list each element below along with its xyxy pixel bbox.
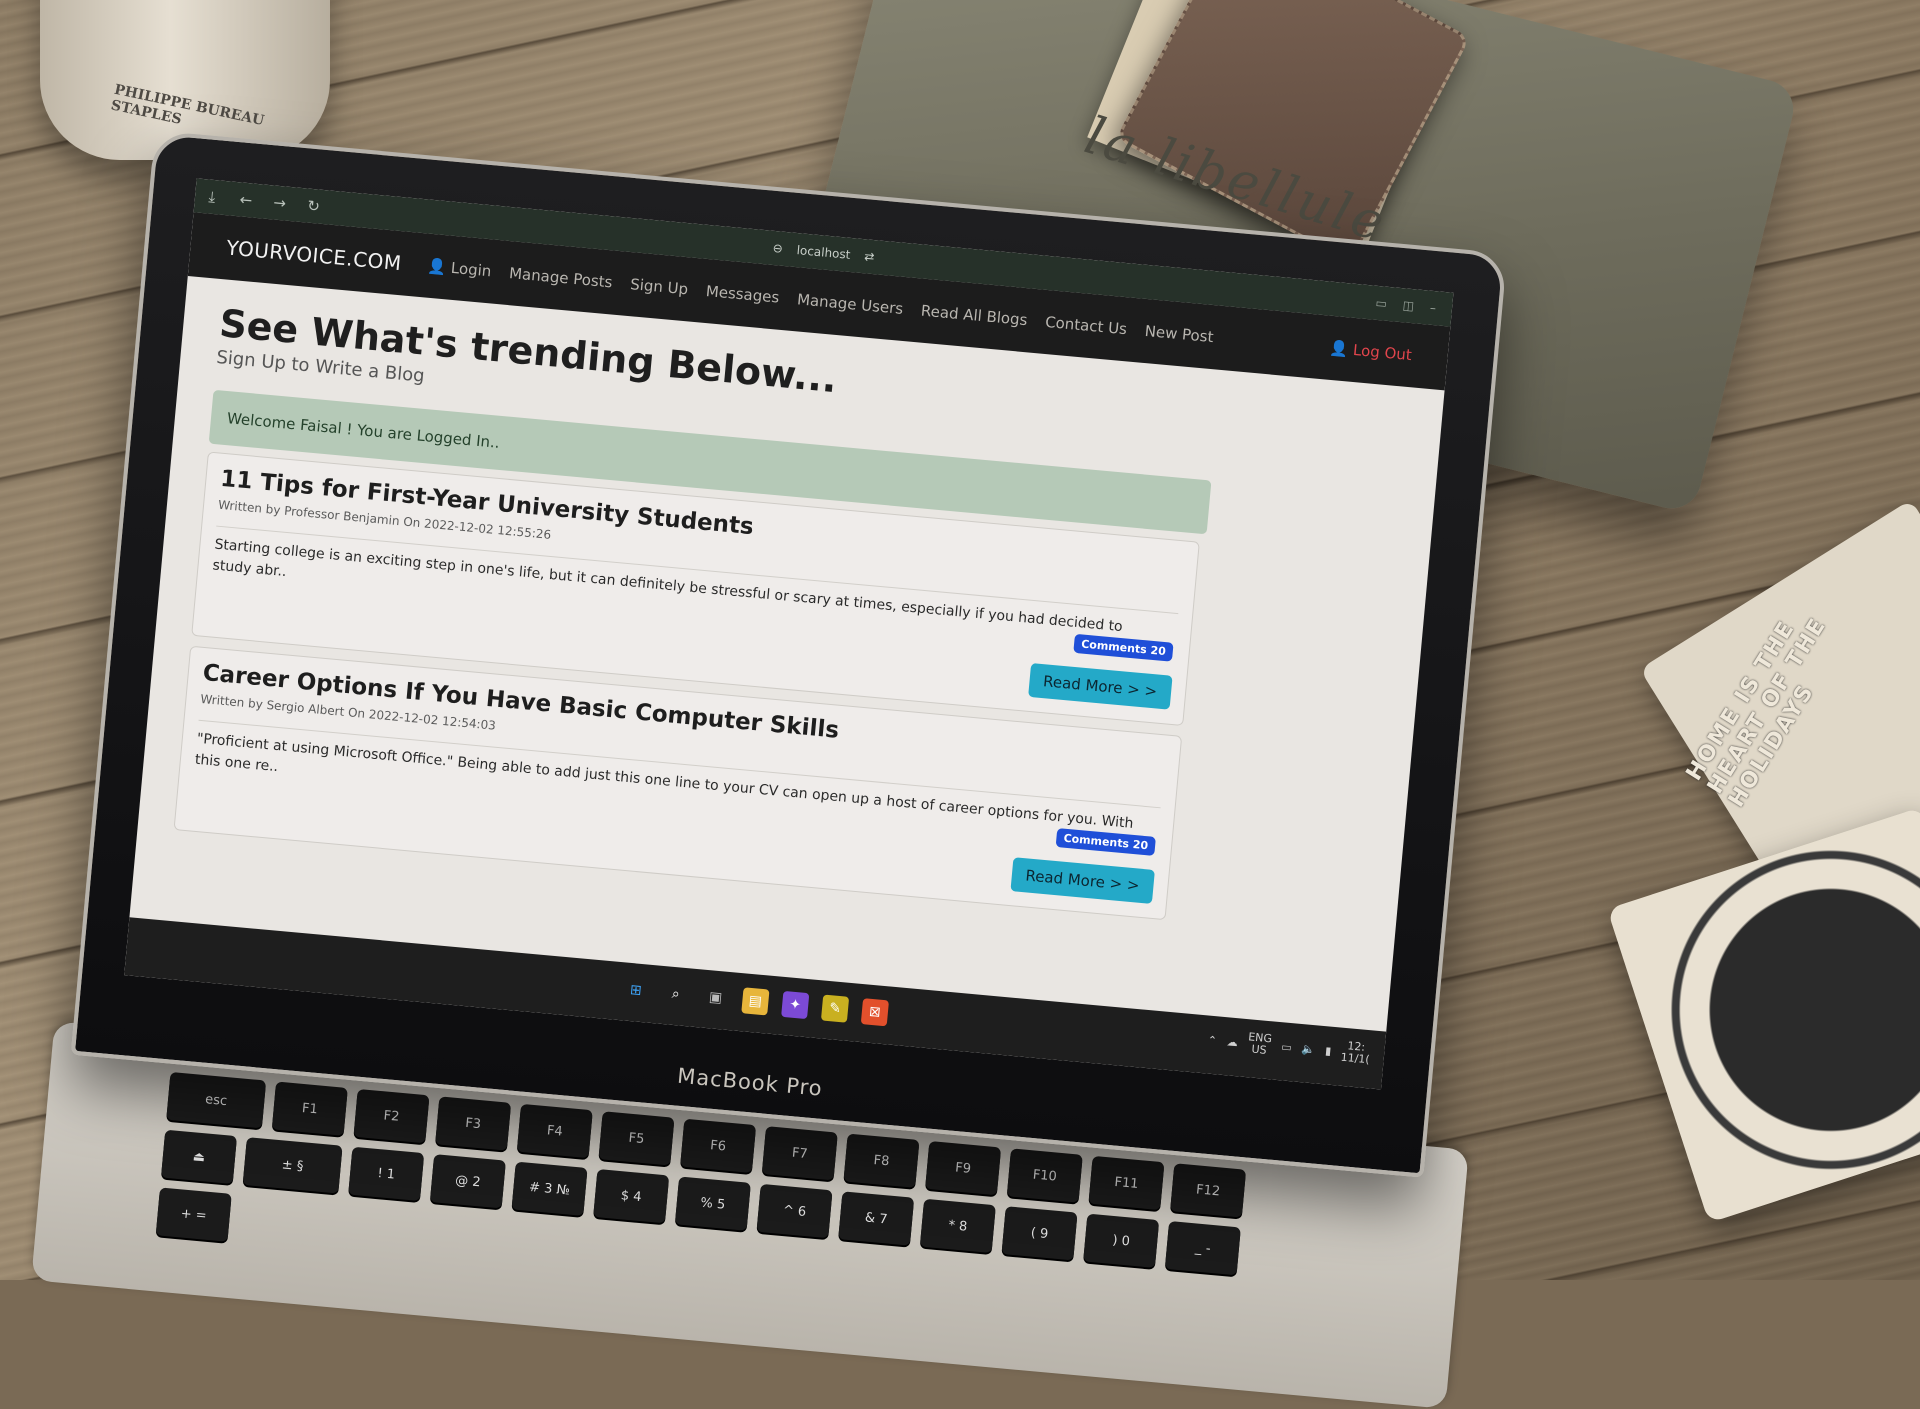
keyboard-key: F11 — [1088, 1155, 1165, 1211]
notes-app-icon[interactable]: ✎ — [820, 994, 850, 1023]
keyboard-key: F8 — [843, 1133, 920, 1188]
keyboard-key: F3 — [435, 1096, 512, 1151]
read-more-button[interactable]: Read More > > — [1027, 662, 1173, 710]
download-icon[interactable]: ⤓ — [194, 186, 229, 207]
nav-read-all-blogs[interactable]: Read All Blogs — [920, 302, 1028, 330]
paint-app-icon[interactable]: ✦ — [781, 990, 810, 1020]
user-x-icon: 👤 — [1328, 338, 1349, 359]
swap-icon: ⇄ — [863, 249, 875, 265]
keyboard-key: & 7 — [838, 1191, 915, 1246]
nav-manage-users[interactable]: Manage Users — [796, 290, 904, 318]
keyboard-key: ⏏ — [160, 1129, 238, 1184]
nav-login-label: Login — [450, 258, 493, 281]
nav-manage-posts[interactable]: Manage Posts — [508, 264, 613, 291]
minimize-icon[interactable]: – — [1429, 301, 1436, 315]
task-view-icon[interactable]: ▣ — [701, 984, 729, 1012]
address-bar[interactable]: ⊖ localhost ⇄ — [772, 241, 875, 264]
clock-date: 11/1( — [1340, 1050, 1371, 1067]
keyboard-key: F2 — [353, 1088, 430, 1144]
keyboard-key: ( 9 — [1001, 1206, 1078, 1261]
battery-icon[interactable]: ▮ — [1325, 1044, 1332, 1057]
keyboard-key: esc — [166, 1071, 267, 1129]
main-content: See What's trending Below... Sign Up to … — [138, 276, 1445, 941]
keyboard-key: + = — [155, 1187, 232, 1242]
user-icon: 👤 — [426, 256, 447, 277]
language-indicator[interactable]: ENG US — [1247, 1030, 1273, 1057]
keyboard-key: F4 — [516, 1103, 593, 1159]
lang-region: US — [1250, 1042, 1268, 1057]
cloud-icon[interactable]: ☁ — [1226, 1035, 1238, 1049]
file-explorer-icon[interactable]: ▤ — [741, 987, 770, 1016]
url-text: localhost — [796, 243, 851, 262]
keyboard-key: # 3 № — [511, 1161, 588, 1216]
nav-sign-up[interactable]: Sign Up — [629, 275, 688, 298]
read-more-button[interactable]: Read More > > — [1010, 857, 1155, 904]
keyboard-key: F9 — [925, 1140, 1002, 1196]
windows-taskbar: ⊞ ⌕ ▣ ▤ ✦ ✎ ⊠ ⌃ ☁ ENG US ▭ 🔈 ▮ 12: 11/1( — [124, 917, 1387, 1090]
nav-contact-us[interactable]: Contact Us — [1044, 313, 1127, 338]
laptop-lid: ⤓ ← → ↻ ⊖ localhost ⇄ ▭ ◫ – YOURVOICE.CO… — [70, 130, 1508, 1178]
reload-icon[interactable]: ↻ — [296, 196, 331, 217]
system-tray: ⌃ ☁ ENG US ▭ 🔈 ▮ 12: 11/1( — [1207, 1028, 1372, 1067]
volume-icon[interactable]: 🔈 — [1301, 1042, 1316, 1056]
keyboard-key: ! 1 — [348, 1146, 425, 1202]
forward-icon[interactable]: → — [262, 192, 297, 213]
windows-start-icon[interactable]: ⊞ — [622, 976, 650, 1004]
logout-link[interactable]: 👤 Log Out — [1329, 339, 1413, 364]
xampp-icon[interactable]: ⊠ — [860, 998, 890, 1027]
keyboard-key: F1 — [271, 1081, 348, 1136]
nav-messages[interactable]: Messages — [705, 282, 780, 307]
nav-login[interactable]: 👤 Login — [427, 257, 493, 281]
keyboard-key: F6 — [680, 1118, 757, 1173]
search-icon[interactable]: ⌕ — [662, 980, 690, 1008]
chevron-up-icon[interactable]: ⌃ — [1207, 1033, 1217, 1047]
link-icon: ⊖ — [772, 240, 784, 256]
back-icon[interactable]: ← — [228, 189, 263, 210]
keyboard-key: ^ 6 — [756, 1183, 833, 1239]
nav-new-post[interactable]: New Post — [1144, 322, 1214, 346]
taskbar-apps: ⊞ ⌕ ▣ ▤ ✦ ✎ ⊠ — [622, 976, 890, 1027]
keyboard-key: _ - — [1164, 1221, 1241, 1276]
window-controls: ▭ ◫ – — [1375, 296, 1437, 315]
keyboard-key: * 8 — [919, 1198, 996, 1254]
keyboard-key: F7 — [761, 1126, 838, 1181]
keyboard-key: $ 4 — [593, 1168, 670, 1224]
keyboard-key: ) 0 — [1083, 1213, 1160, 1268]
keyboard-key: @ 2 — [429, 1154, 506, 1209]
keyboard-key: F10 — [1006, 1148, 1083, 1203]
split-icon[interactable]: ◫ — [1402, 298, 1415, 313]
laptop-screen: ⤓ ← → ↻ ⊖ localhost ⇄ ▭ ◫ – YOURVOICE.CO… — [124, 178, 1454, 1090]
sidebar-icon[interactable]: ▭ — [1375, 296, 1388, 311]
keyboard-key: F5 — [598, 1111, 675, 1166]
keyboard-key: F12 — [1170, 1163, 1247, 1218]
display-icon[interactable]: ▭ — [1281, 1040, 1293, 1054]
keyboard-key: % 5 — [674, 1176, 751, 1231]
clock[interactable]: 12: 11/1( — [1340, 1039, 1371, 1067]
site-brand[interactable]: YOURVOICE.COM — [225, 235, 402, 275]
keyboard-key: ± § — [242, 1137, 343, 1194]
logout-label: Log Out — [1352, 340, 1413, 365]
